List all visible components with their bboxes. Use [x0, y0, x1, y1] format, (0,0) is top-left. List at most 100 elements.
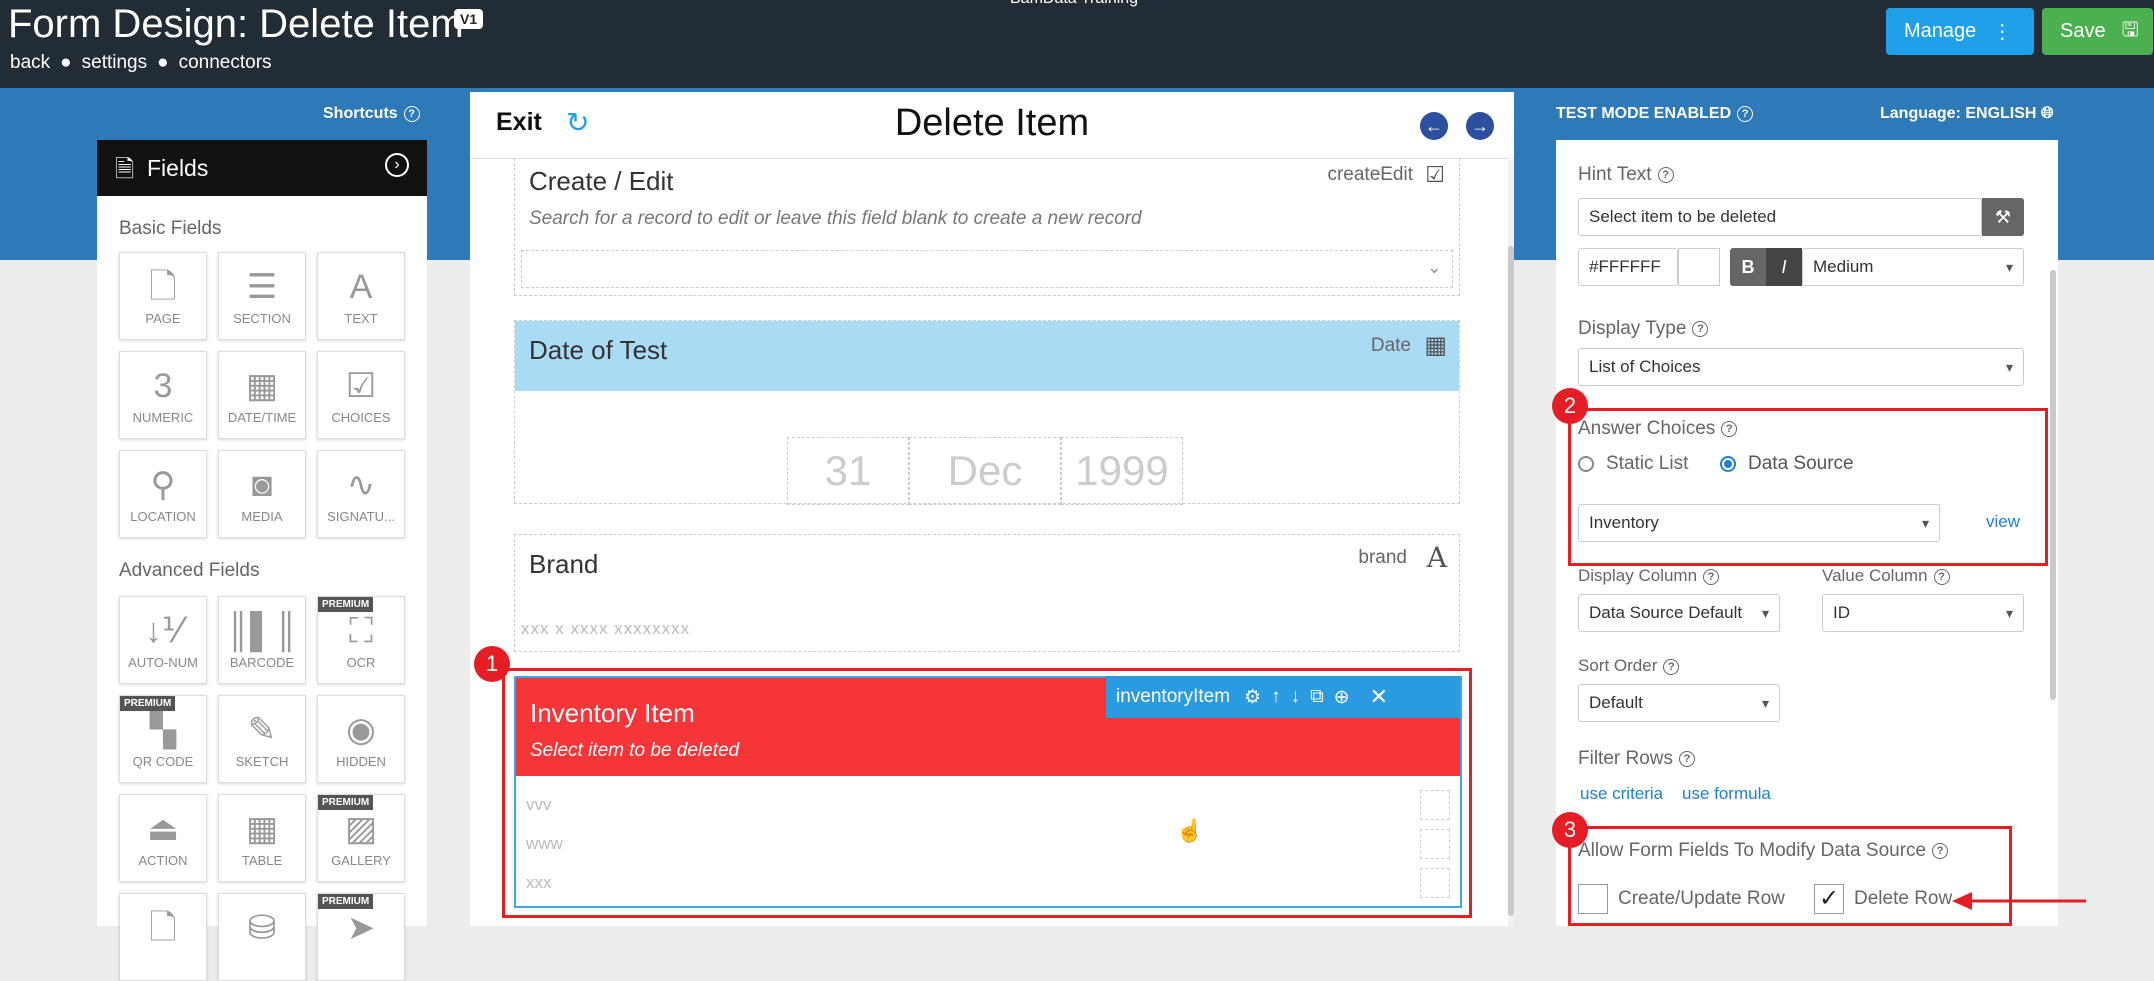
separator-dot: ● [157, 52, 169, 73]
numeric-icon: 3 [153, 367, 173, 405]
help-icon: ? [1721, 420, 1738, 437]
field-tile[interactable]: A TEXT [317, 252, 405, 340]
field-tile[interactable]: ⚲ LOCATION [119, 450, 207, 538]
record-search-input[interactable]: ⌄ [521, 250, 1453, 288]
font-size-select[interactable]: Medium [1802, 248, 2024, 286]
font-size-value: Medium [1813, 257, 1874, 276]
field-tile[interactable]: PREMIUM ⛶ OCR [317, 596, 405, 684]
test-mode-indicator[interactable]: TEST MODE ENABLED? [1556, 105, 1754, 123]
test-mode-label: TEST MODE ENABLED [1556, 105, 1732, 122]
field-tile[interactable]: 🗋 [119, 893, 207, 981]
color-swatch[interactable] [1678, 248, 1720, 286]
field-tile[interactable]: PREMIUM ➤ [317, 893, 405, 981]
language-selector[interactable]: Language: ENGLISH 🌐︎ [1880, 105, 2054, 123]
field-tile[interactable]: ↓⅟ AUTO-NUM [119, 596, 207, 684]
form-canvas: Delete Item Exit ↻ ← → Create / Edit cre… [470, 92, 1514, 926]
field-tile[interactable]: PREMIUM ▚ QR CODE [119, 695, 207, 783]
eye-slash-icon: ◉ [346, 711, 376, 749]
display-type-value: List of Choices [1589, 357, 1701, 376]
field-tile[interactable]: ◉ HIDDEN [317, 695, 405, 783]
manage-button[interactable]: Manage ⋮ [1886, 8, 2034, 55]
brand-placeholder: xxx x xxxx xxxxxxxx [521, 619, 691, 638]
help-icon: ? [1663, 658, 1680, 675]
static-list-radio[interactable] [1578, 456, 1594, 472]
field-tile[interactable]: ☑ CHOICES [317, 351, 405, 439]
answer-choices-label: Answer Choices? [1578, 418, 1738, 440]
field-tile-label: TEXT [344, 311, 378, 326]
field-tile[interactable]: ▦ DATE/TIME [218, 351, 306, 439]
value-column-label-text: Value Column [1822, 566, 1928, 585]
use-formula-link[interactable]: use formula [1682, 784, 1771, 804]
filter-rows-label-text: Filter Rows [1578, 748, 1674, 769]
year-input[interactable]: 1999 [1061, 437, 1183, 505]
back-link[interactable]: back [10, 52, 50, 73]
static-list-label: Static List [1606, 453, 1689, 474]
sort-order-select[interactable]: Default [1578, 684, 1780, 722]
field-tile[interactable]: ▦ TABLE [218, 794, 306, 882]
arrow-right-icon[interactable]: → [1466, 112, 1494, 140]
fields-panel-title: Fields [147, 154, 209, 181]
premium-badge: PREMIUM [120, 696, 176, 711]
field-type: createEdit [1327, 164, 1413, 185]
field-tile[interactable]: ⏏ ACTION [119, 794, 207, 882]
field-tile-label: GALLERY [331, 853, 391, 868]
kebab-menu-icon: ⋮ [1992, 21, 2013, 43]
value-column-select[interactable]: ID [1822, 594, 2024, 632]
view-link[interactable]: view [1986, 512, 2020, 532]
chevron-right-icon[interactable]: › [385, 153, 409, 177]
month-input[interactable]: Dec [909, 437, 1061, 505]
save-label: Save [2060, 20, 2106, 42]
properties-panel: Hint Text? Select item to be deleted ⚒ #… [1552, 140, 2058, 926]
use-criteria-link[interactable]: use criteria [1580, 784, 1663, 804]
barcode-icon: ║▌║ [225, 612, 299, 650]
data-source-select[interactable]: Inventory [1578, 504, 1940, 542]
data-source-value: Inventory [1589, 513, 1659, 532]
bold-toggle[interactable]: B [1730, 248, 1766, 286]
field-tile[interactable]: ◙ MEDIA [218, 450, 306, 538]
database-icon: ⛁ [247, 909, 277, 947]
field-hint: Search for a record to edit or leave thi… [529, 208, 1142, 229]
canvas-scrollbar-thumb[interactable] [1508, 246, 1514, 916]
field-tile[interactable]: 3 NUMERIC [119, 351, 207, 439]
field-tile[interactable]: ║▌║ BARCODE [218, 596, 306, 684]
create-update-row-checkbox[interactable] [1578, 884, 1608, 914]
data-source-radio[interactable] [1720, 456, 1736, 472]
help-icon: ? [1933, 568, 1950, 585]
exit-button[interactable]: Exit [496, 108, 542, 137]
magic-wand-icon[interactable]: ⚒ [1982, 198, 2024, 236]
brand-field[interactable]: Brand brand A xxx x xxxx xxxxxxxx [514, 534, 1460, 652]
field-tile-label: SIGNATU... [327, 509, 395, 524]
fields-panel: 🗎 Fields › Basic Fields Advanced Fields … [97, 140, 427, 981]
settings-link[interactable]: settings [82, 52, 147, 73]
color-input[interactable]: #FFFFFF [1578, 248, 1678, 286]
save-button[interactable]: Save 🖫 [2042, 8, 2153, 55]
field-tile[interactable]: ✎ SKETCH [218, 695, 306, 783]
field-tile[interactable]: ∿ SIGNATU... [317, 450, 405, 538]
refresh-icon[interactable]: ↻ [566, 106, 589, 139]
field-tile-label: BARCODE [229, 655, 295, 670]
field-tile-label: TABLE [241, 853, 283, 868]
date-field[interactable]: Date of Test Date ▦ 31 Dec 1999 [514, 320, 1460, 505]
shortcuts-link[interactable]: Shortcuts? [323, 105, 420, 123]
annotation-box-1 [502, 668, 1472, 918]
display-type-label-text: Display Type [1578, 318, 1687, 339]
field-tile[interactable]: PREMIUM ▨ GALLERY [317, 794, 405, 882]
annotation-marker-1: 1 [474, 646, 510, 682]
canvas-header: Delete Item Exit ↻ ← → [470, 92, 1514, 159]
help-icon: ? [1932, 842, 1949, 859]
italic-toggle[interactable]: I [1766, 248, 1802, 286]
help-icon: ? [1657, 166, 1674, 183]
field-tile[interactable]: ⛁ [218, 893, 306, 981]
create-edit-field[interactable]: Create / Edit createEdit ☑ Search for a … [514, 158, 1460, 296]
day-input[interactable]: 31 [787, 437, 909, 505]
connectors-link[interactable]: connectors [179, 52, 272, 73]
display-column-select[interactable]: Data Source Default [1578, 594, 1780, 632]
properties-scrollbar-thumb[interactable] [2050, 270, 2056, 700]
field-tile[interactable]: ☰ SECTION [218, 252, 306, 340]
delete-row-checkbox[interactable]: ✓ [1814, 884, 1844, 914]
premium-badge: PREMIUM [318, 597, 374, 612]
arrow-left-icon[interactable]: ← [1420, 112, 1448, 140]
field-tile[interactable]: 🗋 PAGE [119, 252, 207, 340]
hint-text-input[interactable]: Select item to be deleted [1578, 198, 1982, 236]
display-type-select[interactable]: List of Choices [1578, 348, 2024, 386]
